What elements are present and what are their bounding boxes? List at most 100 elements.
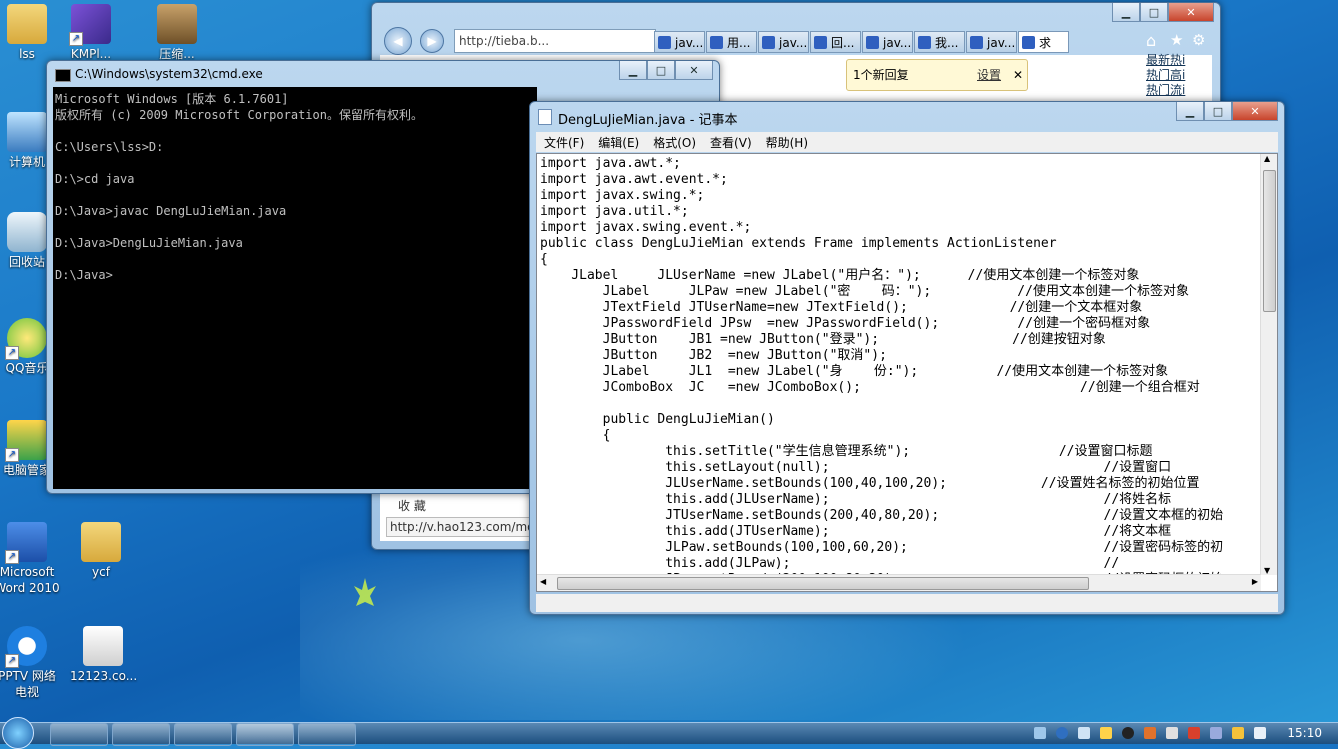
- code-line: import java.awt.*;: [540, 156, 681, 171]
- horizontal-scrollbar[interactable]: ◀ ▶: [537, 574, 1261, 591]
- code-line: JLabel JLPaw =new JLabel("密 码："); //使用文本…: [540, 284, 1189, 299]
- desktop-icon-label: 计算机: [8, 155, 45, 169]
- code-line: JLabel JL1 =new JLabel("身 份:"); //使用文本创建…: [540, 364, 1169, 379]
- notepad-title: DengLuJieMian.java - 记事本: [558, 113, 738, 128]
- menu-format[interactable]: 格式(O): [653, 134, 696, 151]
- tab-favicon-icon: [710, 36, 723, 49]
- code-line: JTUserName.setBounds(200,40,80,20); //设置…: [540, 508, 1224, 523]
- browser-tab[interactable]: jav...: [862, 31, 913, 53]
- browser-tab[interactable]: 用...: [706, 31, 757, 53]
- menu-view[interactable]: 查看(V): [710, 134, 752, 151]
- desktop-icon-lss[interactable]: lss: [0, 4, 60, 62]
- minimize-button[interactable]: ▁: [619, 61, 647, 80]
- menu-file[interactable]: 文件(F): [544, 134, 584, 151]
- code-line: this.setTitle("学生信息管理系统"); //设置窗口标题: [540, 444, 1153, 459]
- maximize-button[interactable]: □: [1204, 102, 1232, 121]
- desktop-icon-word[interactable]: Microsoft Word 2010: [0, 522, 60, 596]
- notepad-text[interactable]: import java.awt.*; import java.awt.event.…: [537, 154, 1277, 588]
- desktop-icon-label: KMPl...: [70, 47, 112, 61]
- tray-flag-icon[interactable]: [1232, 727, 1244, 739]
- cmd-line: D:\Java>: [55, 268, 113, 282]
- home-icon[interactable]: ⌂: [1146, 31, 1156, 50]
- notepad-window[interactable]: DengLuJieMian.java - 记事本 ▁ □ ✕ 文件(F) 编辑(…: [529, 101, 1285, 615]
- wallpaper-leaf-icon: [354, 578, 376, 606]
- tray-app-icon[interactable]: [1166, 727, 1178, 739]
- desktop-icon-ycf[interactable]: ycf: [68, 522, 134, 580]
- cmd-caption-buttons: ▁ □ ✕: [619, 61, 713, 80]
- notification-close-icon[interactable]: ✕: [1013, 60, 1023, 90]
- tab-favicon-icon: [762, 36, 775, 49]
- code-line: this.add(JTUserName); //将文本框: [540, 524, 1172, 539]
- cmd-console[interactable]: Microsoft Windows [版本 6.1.7601] 版权所有 (c) …: [53, 87, 537, 489]
- archive-folder-icon: [157, 4, 197, 44]
- start-button[interactable]: [2, 717, 34, 749]
- close-button[interactable]: ✕: [1168, 3, 1214, 22]
- code-line: JTextField JTUserName=new JTextField(); …: [540, 300, 1143, 315]
- scroll-left-icon[interactable]: ◀: [540, 577, 546, 586]
- notification-settings-link[interactable]: 设置: [977, 60, 1001, 90]
- desktop-icon-label: 12123.co...: [70, 669, 138, 683]
- notepad-editor[interactable]: import java.awt.*; import java.awt.event.…: [536, 153, 1278, 592]
- vertical-scrollbar[interactable]: ▲ ▼: [1260, 154, 1277, 575]
- code-line: JLabel JLUserName =new JLabel("用户名："); /…: [540, 268, 1140, 283]
- favorites-label[interactable]: 收 藏: [398, 497, 426, 514]
- desktop-icon-kmplayer[interactable]: KMPl...: [58, 4, 124, 62]
- menu-help[interactable]: 帮助(H): [766, 134, 808, 151]
- notepad-caption-buttons: ▁ □ ✕: [1176, 102, 1278, 121]
- tray-app-icon[interactable]: [1078, 727, 1090, 739]
- code-line: public DengLuJieMian(): [540, 412, 775, 427]
- desktop-icon-pptv[interactable]: PPTV 网络电视: [0, 626, 60, 700]
- user-folder-icon: [7, 4, 47, 44]
- tray-app-icon[interactable]: [1210, 727, 1222, 739]
- status-url: http://v.hao123.com/mo: [386, 517, 551, 537]
- code-line: this.add(JLPaw); //: [540, 556, 1120, 571]
- browser-tab[interactable]: jav...: [966, 31, 1017, 53]
- favorites-star-icon[interactable]: ★: [1170, 31, 1183, 49]
- tray-qq-icon[interactable]: [1122, 727, 1134, 739]
- tray-app-icon[interactable]: [1100, 727, 1112, 739]
- back-button[interactable]: ◀: [384, 27, 412, 55]
- maximize-button[interactable]: □: [647, 61, 675, 80]
- taskbar-clock[interactable]: 15:10: [1287, 726, 1322, 740]
- video-file-icon: [83, 626, 123, 666]
- code-line: JButton JB1 =new JButton("登录"); //创建按钮对象: [540, 332, 1106, 347]
- code-line: import java.awt.event.*;: [540, 172, 728, 187]
- minimize-button[interactable]: ▁: [1112, 3, 1140, 22]
- desktop-icon-label: PPTV 网络电视: [0, 669, 56, 699]
- sidebar-link[interactable]: 热门流i: [1146, 83, 1216, 98]
- page-sidebar-links: 最新热i 热门高i 热门流i: [1146, 53, 1216, 98]
- browser-tab[interactable]: 我...: [914, 31, 965, 53]
- tab-favicon-icon: [814, 36, 827, 49]
- vertical-scroll-thumb[interactable]: [1263, 170, 1276, 312]
- tray-volume-icon[interactable]: [1254, 727, 1266, 739]
- gear-icon[interactable]: ⚙: [1192, 31, 1205, 49]
- minimize-button[interactable]: ▁: [1176, 102, 1204, 121]
- sidebar-link[interactable]: 热门高i: [1146, 68, 1216, 83]
- sidebar-link[interactable]: 最新热i: [1146, 53, 1216, 68]
- close-button[interactable]: ✕: [675, 61, 713, 80]
- scroll-down-icon[interactable]: ▼: [1264, 566, 1270, 575]
- browser-tab-active[interactable]: 求: [1018, 31, 1069, 53]
- browser-tab[interactable]: jav...: [758, 31, 809, 53]
- horizontal-scroll-thumb[interactable]: [557, 577, 1089, 590]
- scroll-right-icon[interactable]: ▶: [1252, 577, 1258, 586]
- browser-tab[interactable]: 回...: [810, 31, 861, 53]
- forward-button[interactable]: ▶: [420, 29, 444, 53]
- tray-app-icon[interactable]: [1144, 727, 1156, 739]
- tray-help-icon[interactable]: [1056, 727, 1068, 739]
- menu-edit[interactable]: 编辑(E): [598, 134, 639, 151]
- scroll-up-icon[interactable]: ▲: [1264, 154, 1270, 163]
- folder-icon: [81, 522, 121, 562]
- cmd-line: [55, 155, 535, 171]
- cmd-title: C:\Windows\system32\cmd.exe: [75, 67, 263, 81]
- browser-tab[interactable]: jav...: [654, 31, 705, 53]
- address-bar[interactable]: http://tieba.b...: [454, 29, 656, 53]
- desktop-icon-video[interactable]: 12123.co...: [70, 626, 138, 684]
- close-button[interactable]: ✕: [1232, 102, 1278, 121]
- tray-network-icon[interactable]: [1034, 727, 1046, 739]
- desktop-icon-archive[interactable]: 压缩...: [144, 4, 210, 62]
- desktop-icon-label: Microsoft Word 2010: [0, 565, 60, 595]
- maximize-button[interactable]: □: [1140, 3, 1168, 22]
- desktop-icon-label: 回收站: [8, 255, 45, 269]
- tray-app-icon[interactable]: [1188, 727, 1200, 739]
